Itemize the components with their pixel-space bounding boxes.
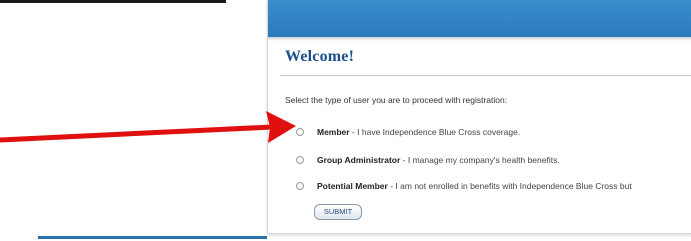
option-member-separator: - bbox=[349, 127, 358, 137]
submit-button[interactable]: SUBMIT bbox=[314, 204, 362, 220]
option-potential-member-separator: - bbox=[387, 181, 396, 191]
option-member[interactable]: Member - I have Independence Blue Cross … bbox=[296, 125, 520, 139]
header-shadow bbox=[268, 37, 691, 41]
option-group-administrator[interactable]: Group Administrator - I manage my compan… bbox=[296, 153, 560, 167]
registration-panel: Welcome! Select the type of user you are… bbox=[267, 0, 691, 234]
top-left-dark-line bbox=[0, 0, 226, 3]
bottom-blue-line bbox=[38, 236, 267, 239]
title-divider bbox=[280, 75, 691, 76]
option-group-administrator-title: Group Administrator bbox=[317, 155, 401, 165]
radio-group-administrator[interactable] bbox=[296, 156, 304, 164]
registration-instruction: Select the type of user you are to proce… bbox=[285, 95, 508, 105]
option-potential-member-title: Potential Member bbox=[317, 181, 388, 191]
red-arrow-shaft bbox=[0, 124, 273, 143]
radio-member[interactable] bbox=[296, 128, 304, 136]
option-member-description: I have Independence Blue Cross coverage. bbox=[357, 127, 521, 137]
option-potential-member-description: I am not enrolled in benefits with Indep… bbox=[395, 181, 632, 191]
page-header-bar bbox=[268, 0, 691, 37]
welcome-title: Welcome! bbox=[285, 48, 355, 65]
radio-potential-member[interactable] bbox=[296, 182, 304, 190]
option-group-administrator-separator: - bbox=[400, 155, 408, 165]
option-member-title: Member bbox=[317, 127, 350, 137]
option-group-administrator-description: I manage my company's health benefits. bbox=[407, 155, 560, 165]
option-potential-member[interactable]: Potential Member - I am not enrolled in … bbox=[296, 179, 632, 193]
